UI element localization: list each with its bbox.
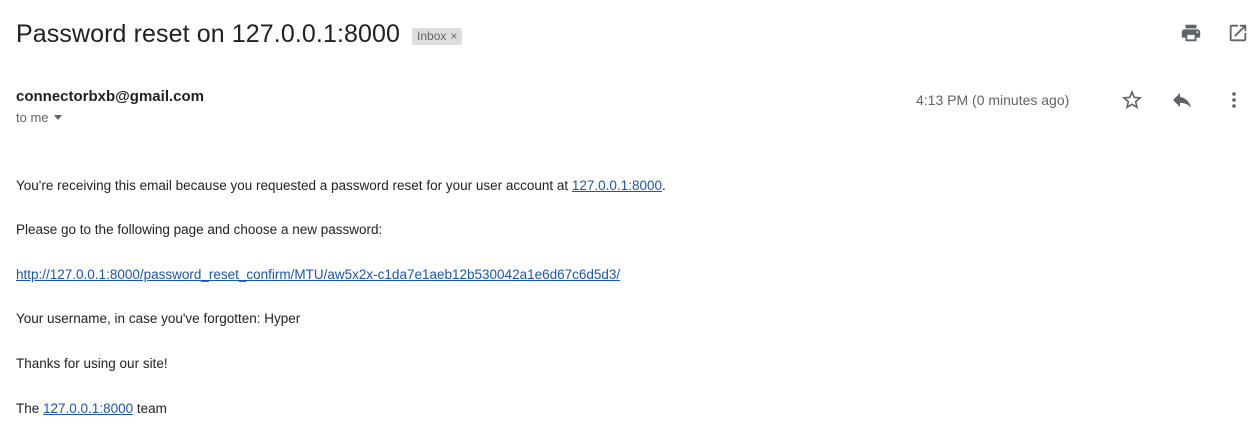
body-paragraph-username: Your username, in case you've forgotten:…	[16, 311, 301, 326]
intro-suffix: .	[661, 178, 666, 193]
password-reset-link[interactable]: http://127.0.0.1:8000/password_reset_con…	[16, 267, 620, 282]
recipient-details-toggle[interactable]: to me	[16, 110, 62, 125]
print-icon[interactable]	[1180, 22, 1202, 44]
recipient-text: to me	[16, 110, 49, 125]
body-paragraph-link: http://127.0.0.1:8000/password_reset_con…	[16, 267, 620, 282]
open-in-new-window-icon[interactable]	[1227, 22, 1249, 44]
more-vert-icon[interactable]	[1226, 88, 1242, 112]
intro-text: You're receiving this email because you …	[16, 178, 572, 193]
body-paragraph-thanks: Thanks for using our site!	[16, 356, 168, 371]
signature-suffix: team	[133, 401, 167, 416]
email-timestamp: 4:13 PM (0 minutes ago)	[916, 92, 1070, 108]
body-paragraph-intro: You're receiving this email because you …	[16, 178, 666, 193]
subject-row: Password reset on 127.0.0.1:8000 Inbox ×	[16, 14, 1255, 54]
signature-prefix: The	[16, 401, 44, 416]
inbox-label-chip[interactable]: Inbox ×	[412, 27, 463, 45]
body-paragraph-signature: The 127.0.0.1:8000 team	[16, 401, 167, 416]
inbox-label-text: Inbox	[417, 29, 447, 43]
reply-icon[interactable]	[1170, 88, 1194, 112]
email-subject: Password reset on 127.0.0.1:8000	[16, 19, 401, 48]
site-link[interactable]: 127.0.0.1:8000	[572, 178, 662, 193]
body-paragraph-instructions: Please go to the following page and choo…	[16, 222, 383, 237]
sender-row: connectorbxb@gmail.com	[16, 88, 204, 106]
team-site-link[interactable]: 127.0.0.1:8000	[43, 401, 133, 416]
sender-email[interactable]: connectorbxb@gmail.com	[16, 88, 204, 105]
remove-label-button[interactable]: ×	[450, 29, 457, 43]
chevron-down-icon	[53, 115, 62, 120]
star-icon[interactable]	[1120, 88, 1144, 112]
